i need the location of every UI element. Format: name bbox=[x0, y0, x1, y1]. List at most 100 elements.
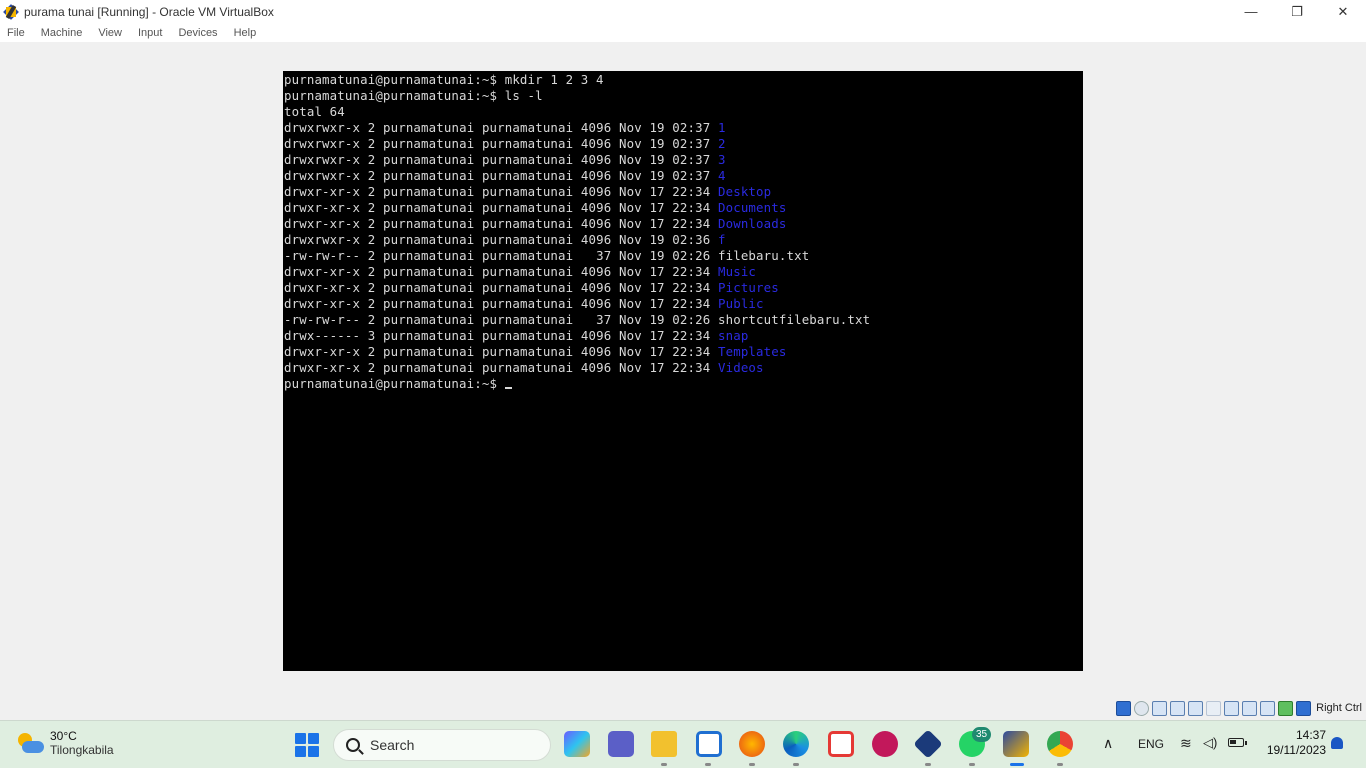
clock-date: 19/11/2023 bbox=[1266, 743, 1326, 757]
mouse-integration-icon[interactable] bbox=[1278, 700, 1294, 716]
ls-group: purnamatunai bbox=[481, 216, 574, 231]
copilot-icon[interactable] bbox=[564, 731, 590, 757]
ls-entry-row: drwxrwxr-x 2 purnamatunai purnamatunai 4… bbox=[283, 168, 1083, 184]
active-indicator bbox=[1010, 763, 1024, 766]
ls-month: Nov bbox=[618, 216, 642, 231]
ls-entry-row: drwxr-xr-x 2 purnamatunai purnamatunai 4… bbox=[283, 264, 1083, 280]
restore-button[interactable]: ❐ bbox=[1274, 0, 1320, 23]
ls-links: 2 bbox=[367, 312, 376, 327]
search-label: Search bbox=[370, 737, 415, 753]
close-button[interactable]: ✕ bbox=[1320, 0, 1366, 23]
ls-links: 2 bbox=[367, 232, 376, 247]
ls-time: 22:34 bbox=[672, 280, 711, 295]
clock-time: 14:37 bbox=[1295, 728, 1326, 742]
virtualbox-vm-icon[interactable] bbox=[1003, 731, 1029, 757]
ls-links: 2 bbox=[367, 152, 376, 167]
menu-devices[interactable]: Devices bbox=[178, 27, 217, 39]
ls-perm: drwxr-xr-x bbox=[284, 280, 361, 295]
virtualbox-icon[interactable] bbox=[913, 729, 943, 759]
keyboard-icon[interactable] bbox=[1296, 700, 1312, 716]
ls-owner: purnamatunai bbox=[382, 200, 475, 215]
wifi-icon[interactable]: ≋ bbox=[1180, 735, 1192, 752]
system-clock[interactable]: 14:37 19/11/2023 bbox=[1258, 728, 1326, 758]
directory-name: 1 bbox=[717, 120, 726, 135]
ls-time: 02:26 bbox=[672, 248, 711, 263]
ls-size: 4096 bbox=[580, 360, 612, 375]
terminal-command: ls -l bbox=[504, 88, 543, 103]
ls-entry-meta: drwxr-xr-x 2 purnamatunai purnamatunai 4… bbox=[284, 184, 718, 199]
file-explorer-icon[interactable] bbox=[651, 731, 677, 757]
whatsapp-unread-badge: 35 bbox=[972, 727, 991, 742]
ls-size: 4096 bbox=[580, 264, 612, 279]
recording-icon[interactable] bbox=[1242, 700, 1258, 716]
menu-machine[interactable]: Machine bbox=[41, 27, 83, 39]
ls-group: purnamatunai bbox=[481, 152, 574, 167]
ls-perm: drwxr-xr-x bbox=[284, 216, 361, 231]
vm-terminal-screen[interactable]: purnamatunai@purnamatunai:~$ mkdir 1 2 3… bbox=[283, 71, 1083, 671]
menu-view[interactable]: View bbox=[98, 27, 122, 39]
ls-day: 19 bbox=[649, 232, 665, 247]
vscode-icon[interactable] bbox=[696, 731, 722, 757]
optical-drive-icon[interactable] bbox=[1134, 700, 1150, 716]
wps-office-icon[interactable] bbox=[872, 731, 898, 757]
ls-owner: purnamatunai bbox=[382, 216, 475, 231]
hard-disk-icon[interactable] bbox=[1116, 700, 1132, 716]
ls-perm: drwxr-xr-x bbox=[284, 360, 361, 375]
ls-time: 02:37 bbox=[672, 120, 711, 135]
start-icon[interactable] bbox=[295, 733, 319, 757]
ls-entry-row: drwxr-xr-x 2 purnamatunai purnamatunai 4… bbox=[283, 216, 1083, 232]
terminal-prompt: purnamatunai@purnamatunai:~$ bbox=[284, 88, 498, 103]
ls-entry-row: drwxrwxr-x 2 purnamatunai purnamatunai 4… bbox=[283, 152, 1083, 168]
host-key-label: Right Ctrl bbox=[1316, 702, 1362, 714]
shared-folders-icon[interactable] bbox=[1206, 700, 1222, 716]
battery-icon[interactable] bbox=[1228, 738, 1247, 747]
ls-size: 4096 bbox=[580, 232, 612, 247]
ls-day: 17 bbox=[649, 184, 665, 199]
teams-icon[interactable] bbox=[608, 731, 634, 757]
chevron-up-icon[interactable]: ∧ bbox=[1103, 735, 1113, 752]
notification-bell-icon[interactable] bbox=[1331, 737, 1343, 749]
menu-help[interactable]: Help bbox=[234, 27, 257, 39]
ls-group: purnamatunai bbox=[481, 328, 574, 343]
chrome-icon[interactable] bbox=[1047, 731, 1073, 757]
minimize-button[interactable]: — bbox=[1228, 0, 1274, 23]
ls-day: 19 bbox=[649, 120, 665, 135]
ls-perm: drwxr-xr-x bbox=[284, 264, 361, 279]
menu-input[interactable]: Input bbox=[138, 27, 162, 39]
directory-name: Desktop bbox=[717, 184, 772, 199]
directory-name: 4 bbox=[717, 168, 726, 183]
weather-location: Tilongkabila bbox=[50, 743, 114, 757]
ls-month: Nov bbox=[618, 360, 642, 375]
ls-day: 17 bbox=[649, 328, 665, 343]
weather-widget[interactable]: 30°C Tilongkabila bbox=[18, 729, 114, 758]
input-language[interactable]: ENG bbox=[1138, 737, 1164, 751]
volume-icon[interactable]: ◁) bbox=[1203, 735, 1217, 751]
ls-size: 4096 bbox=[580, 168, 612, 183]
cpu-icon[interactable] bbox=[1260, 700, 1276, 716]
usb-icon[interactable] bbox=[1188, 700, 1204, 716]
file-name: shortcutfilebaru.txt bbox=[717, 312, 871, 327]
network-icon[interactable] bbox=[1170, 700, 1186, 716]
ls-entry-row: drwxr-xr-x 2 purnamatunai purnamatunai 4… bbox=[283, 200, 1083, 216]
ls-owner: purnamatunai bbox=[382, 296, 475, 311]
display-icon[interactable] bbox=[1224, 700, 1240, 716]
snipping-tool-icon[interactable] bbox=[828, 731, 854, 757]
edge-icon[interactable] bbox=[783, 731, 809, 757]
menu-file[interactable]: File bbox=[7, 27, 25, 39]
audio-icon[interactable] bbox=[1152, 700, 1168, 716]
ls-links: 2 bbox=[367, 248, 376, 263]
ls-entry-row: drwxrwxr-x 2 purnamatunai purnamatunai 4… bbox=[283, 232, 1083, 248]
ls-entry-row: -rw-rw-r-- 2 purnamatunai purnamatunai 3… bbox=[283, 312, 1083, 328]
ls-time: 02:37 bbox=[672, 152, 711, 167]
ls-day: 19 bbox=[649, 136, 665, 151]
taskbar-search[interactable]: Search bbox=[333, 729, 551, 761]
terminal-current-prompt-line: purnamatunai@purnamatunai:~$ bbox=[283, 376, 1083, 392]
ls-owner: purnamatunai bbox=[382, 264, 475, 279]
ls-group: purnamatunai bbox=[481, 296, 574, 311]
ls-day: 17 bbox=[649, 296, 665, 311]
ls-entry-row: -rw-rw-r-- 2 purnamatunai purnamatunai 3… bbox=[283, 248, 1083, 264]
firefox-icon[interactable] bbox=[739, 731, 765, 757]
ls-entry-row: drwxr-xr-x 2 purnamatunai purnamatunai 4… bbox=[283, 184, 1083, 200]
ls-owner: purnamatunai bbox=[382, 248, 475, 263]
ls-perm: drwxr-xr-x bbox=[284, 184, 361, 199]
